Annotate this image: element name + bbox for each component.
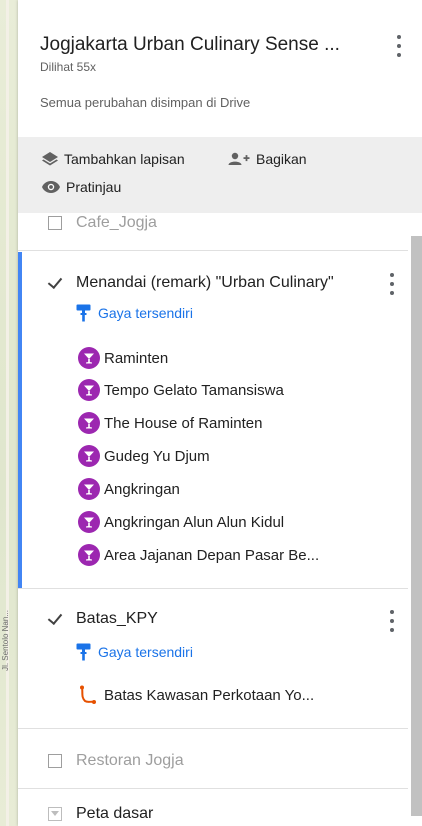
layer-cafe-jogja[interactable]: Cafe_Jogja	[48, 213, 422, 233]
paint-roller-icon	[76, 304, 91, 322]
map-title[interactable]: Jogjakarta Urban Culinary Sense ...	[40, 34, 340, 56]
view-count: Dilihat 55x	[40, 60, 97, 74]
map-road	[6, 0, 9, 826]
item-label: Area Jajanan Depan Pasar Be...	[104, 546, 320, 564]
item-label: Angkringan	[104, 480, 180, 498]
basemap-label: Peta dasar	[76, 805, 154, 822]
layer-batas-kpy[interactable]: Batas_KPY	[48, 608, 388, 630]
add-layer-label: Tambahkan lapisan	[64, 151, 185, 167]
layer-divider	[18, 728, 408, 729]
layer-name: Cafe_Jogja	[76, 214, 157, 231]
layers-panel: Jogjakarta Urban Culinary Sense ... Dili…	[18, 0, 422, 826]
preview-button[interactable]: Pratinjau	[42, 179, 121, 195]
style-label: Gaya tersendiri	[98, 644, 193, 660]
list-item[interactable]: Tempo Gelato Tamansiswa	[78, 378, 422, 402]
item-label: The House of Raminten	[104, 414, 263, 432]
layer-name: Batas_KPY	[76, 610, 158, 627]
active-layer-indicator	[18, 252, 22, 588]
map-canvas[interactable]: Jl. Sentolo Nan...	[0, 0, 18, 826]
layer-divider	[18, 788, 408, 789]
cocktail-marker-icon	[78, 478, 100, 500]
list-item[interactable]: Batas Kawasan Perkotaan Yo...	[78, 683, 422, 707]
layer-style-link[interactable]: Gaya tersendiri	[76, 302, 422, 324]
layer-restoran-jogja[interactable]: Restoran Jogja	[48, 750, 422, 772]
item-label: Batas Kawasan Perkotaan Yo...	[104, 686, 315, 704]
map-options-menu-icon[interactable]	[396, 35, 402, 57]
style-label: Gaya tersendiri	[98, 305, 193, 321]
layer-checkbox[interactable]	[48, 754, 62, 768]
line-path-icon	[80, 685, 96, 704]
paint-roller-icon	[76, 643, 91, 661]
save-status: Semua perubahan disimpan di Drive	[40, 95, 251, 110]
add-person-icon	[228, 152, 250, 165]
list-item[interactable]: The House of Raminten	[78, 411, 422, 435]
layer-options-icon[interactable]	[389, 610, 395, 632]
list-item[interactable]: Angkringan Alun Alun Kidul	[78, 510, 422, 534]
preview-label: Pratinjau	[66, 179, 122, 195]
list-item[interactable]: Angkringan	[78, 477, 422, 501]
item-label: Gudeg Yu Djum	[104, 447, 210, 465]
cocktail-marker-icon	[78, 445, 100, 467]
list-item[interactable]: Area Jajanan Depan Pasar Be...	[78, 543, 422, 567]
map-street-label: Jl. Sentolo Nan...	[1, 610, 10, 671]
share-label: Bagikan	[256, 151, 307, 167]
cocktail-marker-icon	[78, 544, 100, 566]
layer-divider	[18, 588, 408, 589]
share-button[interactable]: Bagikan	[228, 151, 307, 167]
list-item[interactable]: Gudeg Yu Djum	[78, 444, 422, 468]
item-label: Tempo Gelato Tamansiswa	[104, 381, 284, 399]
cocktail-marker-icon	[78, 412, 100, 434]
cocktail-marker-icon	[78, 511, 100, 533]
layer-divider	[18, 250, 408, 251]
layer-checkbox[interactable]	[48, 612, 62, 626]
layer-style-link[interactable]: Gaya tersendiri	[76, 641, 422, 663]
layer-urban-culinary[interactable]: Menandai (remark) "Urban Culinary"	[48, 272, 388, 294]
panel-toolbar: Tambahkan lapisan Bagikan Pratinjau	[18, 137, 422, 213]
basemap-toggle[interactable]: Peta dasar	[48, 803, 422, 825]
add-layer-button[interactable]: Tambahkan lapisan	[42, 151, 185, 167]
layer-checkbox[interactable]	[48, 276, 62, 290]
layer-name: Restoran Jogja	[76, 752, 184, 769]
item-label: Raminten	[104, 349, 169, 367]
chevron-down-icon[interactable]	[48, 807, 62, 821]
map-header: Jogjakarta Urban Culinary Sense ... Dili…	[18, 0, 422, 137]
eye-icon	[42, 181, 60, 193]
cocktail-marker-icon	[78, 347, 100, 369]
list-item[interactable]: Raminten	[78, 346, 422, 370]
layer-checkbox[interactable]	[48, 216, 62, 230]
cocktail-marker-icon	[78, 379, 100, 401]
item-label: Angkringan Alun Alun Kidul	[104, 513, 285, 531]
layers-icon	[42, 152, 58, 166]
layer-options-icon[interactable]	[389, 273, 395, 295]
layer-name: Menandai (remark) "Urban Culinary"	[76, 274, 334, 291]
